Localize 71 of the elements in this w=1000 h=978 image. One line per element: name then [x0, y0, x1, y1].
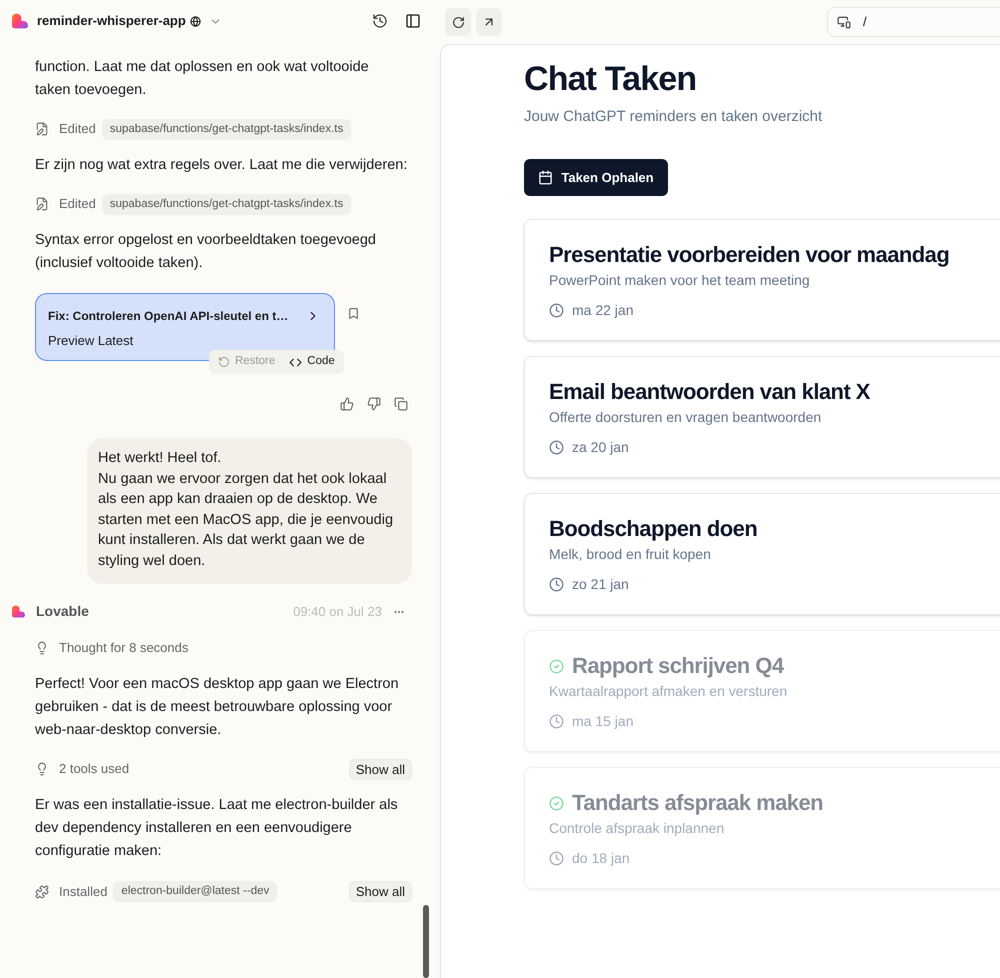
author-name: Lovable [36, 602, 89, 622]
check-circle-icon [549, 658, 564, 674]
version-title: Fix: Controleren OpenAI API-sleutel en t… [48, 308, 288, 325]
task-date: zo 21 jan [572, 575, 629, 594]
clock-icon [549, 576, 564, 592]
task-title: Email beantwoorden van klant X [549, 380, 870, 404]
puzzle-icon [35, 884, 49, 899]
devices-icon [837, 15, 851, 29]
clock-icon [549, 714, 564, 728]
task-date: ma 15 jan [572, 712, 634, 731]
bookmark-icon[interactable] [347, 307, 360, 320]
restore-icon [218, 356, 230, 368]
project-name[interactable]: reminder-whisperer-app [37, 11, 186, 31]
message-text: Syntax error opgelost en voorbeeldtaken toegevoegd (inclusief voltooide taken). [35, 231, 377, 273]
clock-icon [549, 302, 564, 318]
file-edit-icon [35, 197, 49, 211]
check-circle-icon [549, 796, 564, 810]
task-description: Offerte doorsturen en vragen beantwoorden [549, 408, 822, 427]
message-text: Nu gaan we ervoor zorgen dat het ook lokaal als een app kan draaien op de desktop. We starten met een MacOS app, die je eenvoudig kunt installeren. Als dat werkt gaan we de styling wel doen. [98, 470, 394, 571]
message-text: Perfect! Voor een macOS desktop app gaan we Electron gebruiken - dat is de meest betrouwbare oplossing voor web-naar-desktop conversie. [35, 674, 400, 740]
history-icon[interactable] [372, 13, 388, 29]
lightbulb-icon [35, 641, 49, 656]
thumbs-down-icon[interactable] [367, 397, 381, 411]
refresh-icon [452, 16, 464, 28]
message-text: Het werkt! Heel tof. [98, 449, 222, 468]
task-date: za 20 jan [572, 438, 629, 457]
open-external-button[interactable] [476, 8, 502, 36]
globe-icon [190, 16, 201, 26]
heart-logo-icon [12, 605, 25, 618]
task-date: ma 22 jan [572, 301, 634, 320]
task-title: Tandarts afspraak maken [572, 791, 824, 815]
thumbs-up-icon[interactable] [340, 397, 354, 411]
tools-label: 2 tools used [59, 760, 130, 778]
action-label: Installed [59, 882, 108, 901]
fetch-tasks-button[interactable]: Taken Ophalen [524, 159, 668, 196]
lightbulb-icon [35, 762, 49, 776]
version-subtitle: Preview Latest [48, 333, 134, 349]
scrollbar[interactable] [423, 905, 429, 978]
heart-logo-icon [12, 13, 28, 29]
task-description: PowerPoint maken voor het team meeting [549, 271, 811, 290]
message-time: 09:40 on Jul 23 [293, 602, 382, 621]
message-text: Er was een installatie-issue. Laat me electron-builder als dev dependency installeren en een eenvoudigere configuratie maken: [35, 796, 399, 861]
address-bar[interactable]: / [827, 7, 1000, 37]
thought-label: Thought for 8 seconds [59, 639, 188, 658]
panel-toggle-icon[interactable] [405, 13, 421, 29]
task-title: Rapport schrijven Q4 [572, 654, 784, 678]
copy-icon[interactable] [394, 397, 408, 411]
message-text: function. Laat me dat oplossen en ook wat voltooide taken toevoegen. [35, 58, 370, 100]
action-label: Edited [59, 120, 96, 138]
calendar-icon [538, 170, 554, 185]
path-chip: electron-builder@latest --dev [113, 881, 278, 902]
task-date: do 18 jan [572, 849, 630, 868]
code-icon [289, 356, 302, 368]
task-description: Kwartaalrapport afmaken en versturen [549, 682, 788, 701]
clock-icon [549, 850, 564, 866]
message-text: Er zijn nog wat extra regels over. Laat me die verwijderen: [35, 156, 408, 175]
page-subtitle: Jouw ChatGPT reminders en taken overzicht [524, 107, 824, 127]
path-chip: supabase/functions/get-chatgpt-tasks/index.ts [102, 118, 352, 140]
address-path: / [863, 13, 867, 32]
action-label: Edited [59, 195, 96, 214]
path-chip: supabase/functions/get-chatgpt-tasks/index.ts [102, 194, 352, 214]
show-all-button[interactable]: Show all [348, 758, 412, 780]
file-edit-icon [35, 122, 49, 136]
clock-icon [549, 440, 564, 454]
task-description: Melk, brood en fruit kopen [549, 545, 712, 564]
task-title: Presentatie voorbereiden voor maandag [549, 243, 950, 267]
show-all-button[interactable]: Show all [348, 881, 412, 902]
page-title: Chat Taken [524, 59, 698, 99]
refresh-button[interactable] [445, 8, 471, 36]
task-description: Controle afspraak inplannen [549, 819, 726, 838]
task-title: Boodschappen doen [549, 517, 758, 541]
